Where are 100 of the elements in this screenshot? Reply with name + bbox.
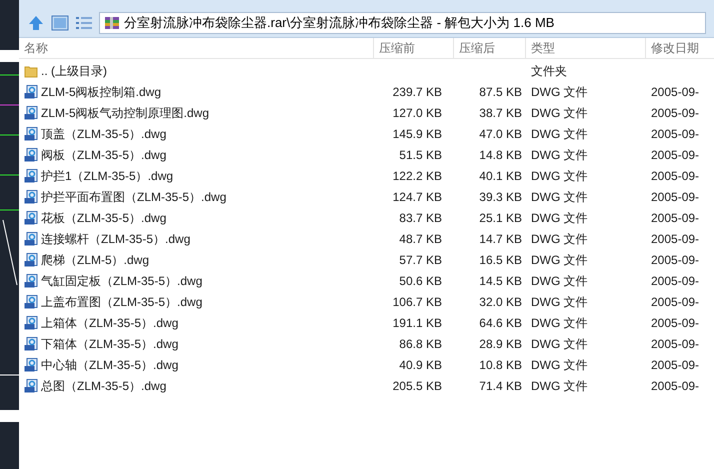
- packed-size-cell-text: 71.4 KB: [479, 378, 522, 394]
- type-cell: DWG 文件: [531, 84, 588, 98]
- file-icon: [24, 148, 38, 162]
- size-cell-text: 57.7 KB: [399, 252, 442, 268]
- column-header[interactable]: 名称: [19, 38, 374, 58]
- packed-size-cell-text: 10.8 KB: [479, 356, 522, 374]
- date-cell: 2005-09-: [651, 168, 700, 182]
- size-cell-text: 124.7 KB: [392, 188, 442, 206]
- file-icon: [24, 126, 38, 140]
- packed-size-cell-text: 32.0 KB: [479, 294, 522, 310]
- file-icon: [24, 378, 38, 392]
- file-icon: [24, 358, 38, 372]
- size-cell-text: 40.9 KB: [399, 356, 442, 374]
- file-icon: [24, 316, 38, 330]
- file-name[interactable]: ZLM-5阀板控制箱.dwg: [41, 82, 162, 100]
- type-cell: DWG 文件: [531, 232, 588, 246]
- packed-size-cell-text: 39.3 KB: [479, 188, 522, 206]
- file-icon: [24, 294, 38, 308]
- file-name[interactable]: 护拦1（ZLM-35-5）.dwg: [41, 166, 174, 184]
- date-cell: 2005-09-: [651, 210, 700, 224]
- size-cell-text: 122.2 KB: [392, 168, 442, 184]
- type-cell: DWG 文件: [531, 190, 588, 204]
- file-name[interactable]: 阀板（ZLM-35-5）.dwg: [41, 146, 166, 164]
- up-arrow-icon[interactable]: [27, 14, 45, 32]
- file-icon: [24, 232, 38, 246]
- date-cell: 2005-09-: [651, 84, 700, 98]
- type-cell: DWG 文件: [531, 378, 588, 392]
- address-field[interactable]: 分室射流脉冲布袋除尘器.rar\分室射流脉冲布袋除尘器 - 解包大小为 1.6 MB: [99, 12, 706, 34]
- size-cell-text: 106.7 KB: [392, 294, 442, 310]
- size-cell-text: 205.5 KB: [392, 378, 442, 394]
- type-cell: DWG 文件: [531, 336, 588, 350]
- file-name[interactable]: 护拦平面布置图（ZLM-35-5）.dwg: [41, 188, 226, 206]
- file-name[interactable]: 下箱体（ZLM-35-5）.dwg: [41, 334, 178, 352]
- file-name[interactable]: 顶盖（ZLM-35-5）.dwg: [41, 124, 166, 142]
- size-cell-text: 239.7 KB: [392, 84, 442, 100]
- file-icon: [24, 210, 38, 224]
- packed-size-cell-text: 16.5 KB: [479, 252, 522, 268]
- date-cell: 2005-09-: [651, 294, 700, 308]
- file-name[interactable]: 花板（ZLM-35-5）.dwg: [41, 208, 166, 226]
- type-cell: DWG 文件: [531, 106, 588, 120]
- date-cell: 2005-09-: [651, 106, 700, 120]
- file-icon: [24, 106, 38, 120]
- packed-size-cell-text: 14.7 KB: [479, 230, 522, 248]
- packed-size-cell-text: 47.0 KB: [479, 126, 522, 142]
- file-name[interactable]: 总图（ZLM-35-5）.dwg: [41, 376, 166, 394]
- column-header[interactable]: 类型: [526, 38, 646, 58]
- date-cell: 2005-09-: [651, 358, 700, 372]
- file-icon: [24, 190, 38, 204]
- packed-size-cell-text: 64.6 KB: [479, 314, 522, 332]
- packed-size-cell-text: 14.5 KB: [479, 272, 522, 290]
- packed-size-cell-text: 38.7 KB: [479, 104, 522, 122]
- column-header[interactable]: 修改日期: [646, 38, 714, 58]
- file-icon: [24, 252, 38, 266]
- file-icon: [24, 84, 38, 98]
- size-cell-text: 127.0 KB: [392, 104, 442, 122]
- column-header[interactable]: 压缩后: [454, 38, 526, 58]
- size-cell-text: 191.1 KB: [392, 314, 442, 332]
- date-cell: 2005-09-: [651, 336, 700, 350]
- file-icon: [24, 336, 38, 350]
- date-cell: 2005-09-: [651, 148, 700, 162]
- size-cell-text: 86.8 KB: [399, 336, 442, 352]
- folder-icon: [24, 64, 38, 78]
- date-cell: 2005-09-: [651, 378, 700, 392]
- packed-size-cell-text: 28.9 KB: [479, 336, 522, 352]
- size-cell-text: 50.6 KB: [399, 272, 442, 290]
- type-cell: DWG 文件: [531, 252, 588, 266]
- column-header[interactable]: 压缩前: [374, 38, 454, 58]
- file-name[interactable]: 爬梯（ZLM-5）.dwg: [41, 250, 150, 268]
- size-cell-text: 145.9 KB: [392, 126, 442, 142]
- date-cell: 2005-09-: [651, 232, 700, 246]
- size-cell-text: 48.7 KB: [399, 230, 442, 248]
- type-cell: DWG 文件: [531, 316, 588, 330]
- type-cell: DWG 文件: [531, 168, 588, 182]
- date-cell: 2005-09-: [651, 252, 700, 266]
- file-name[interactable]: 中心轴（ZLM-35-5）.dwg: [41, 356, 178, 374]
- date-cell: 2005-09-: [651, 190, 700, 204]
- file-name[interactable]: 气缸固定板（ZLM-35-5）.dwg: [41, 272, 202, 290]
- file-icon: [24, 168, 38, 182]
- file-name[interactable]: 上盖布置图（ZLM-35-5）.dwg: [41, 292, 202, 310]
- packed-size-cell-text: 87.5 KB: [479, 84, 522, 100]
- type-cell: DWG 文件: [531, 294, 588, 308]
- size-cell-text: 51.5 KB: [399, 146, 442, 164]
- file-name[interactable]: .. (上级目录): [41, 62, 107, 80]
- file-name[interactable]: ZLM-5阀板气动控制原理图.dwg: [41, 104, 210, 122]
- window-icon[interactable]: [51, 15, 69, 31]
- file-name[interactable]: 连接螺杆（ZLM-35-5）.dwg: [41, 230, 190, 248]
- type-cell: DWG 文件: [531, 210, 588, 224]
- type-cell: DWG 文件: [531, 358, 588, 372]
- file-icon: [24, 274, 38, 288]
- packed-size-cell-text: 14.8 KB: [479, 146, 522, 164]
- archive-icon: [104, 15, 120, 31]
- type-cell: DWG 文件: [531, 274, 588, 288]
- packed-size-cell-text: 25.1 KB: [479, 210, 522, 226]
- date-cell: 2005-09-: [651, 126, 700, 140]
- date-cell: 2005-09-: [651, 274, 700, 288]
- file-name[interactable]: 上箱体（ZLM-35-5）.dwg: [41, 314, 178, 332]
- type-cell: DWG 文件: [531, 148, 588, 162]
- list-icon[interactable]: [75, 15, 93, 31]
- size-cell-text: 83.7 KB: [399, 210, 442, 226]
- packed-size-cell-text: 40.1 KB: [479, 168, 522, 184]
